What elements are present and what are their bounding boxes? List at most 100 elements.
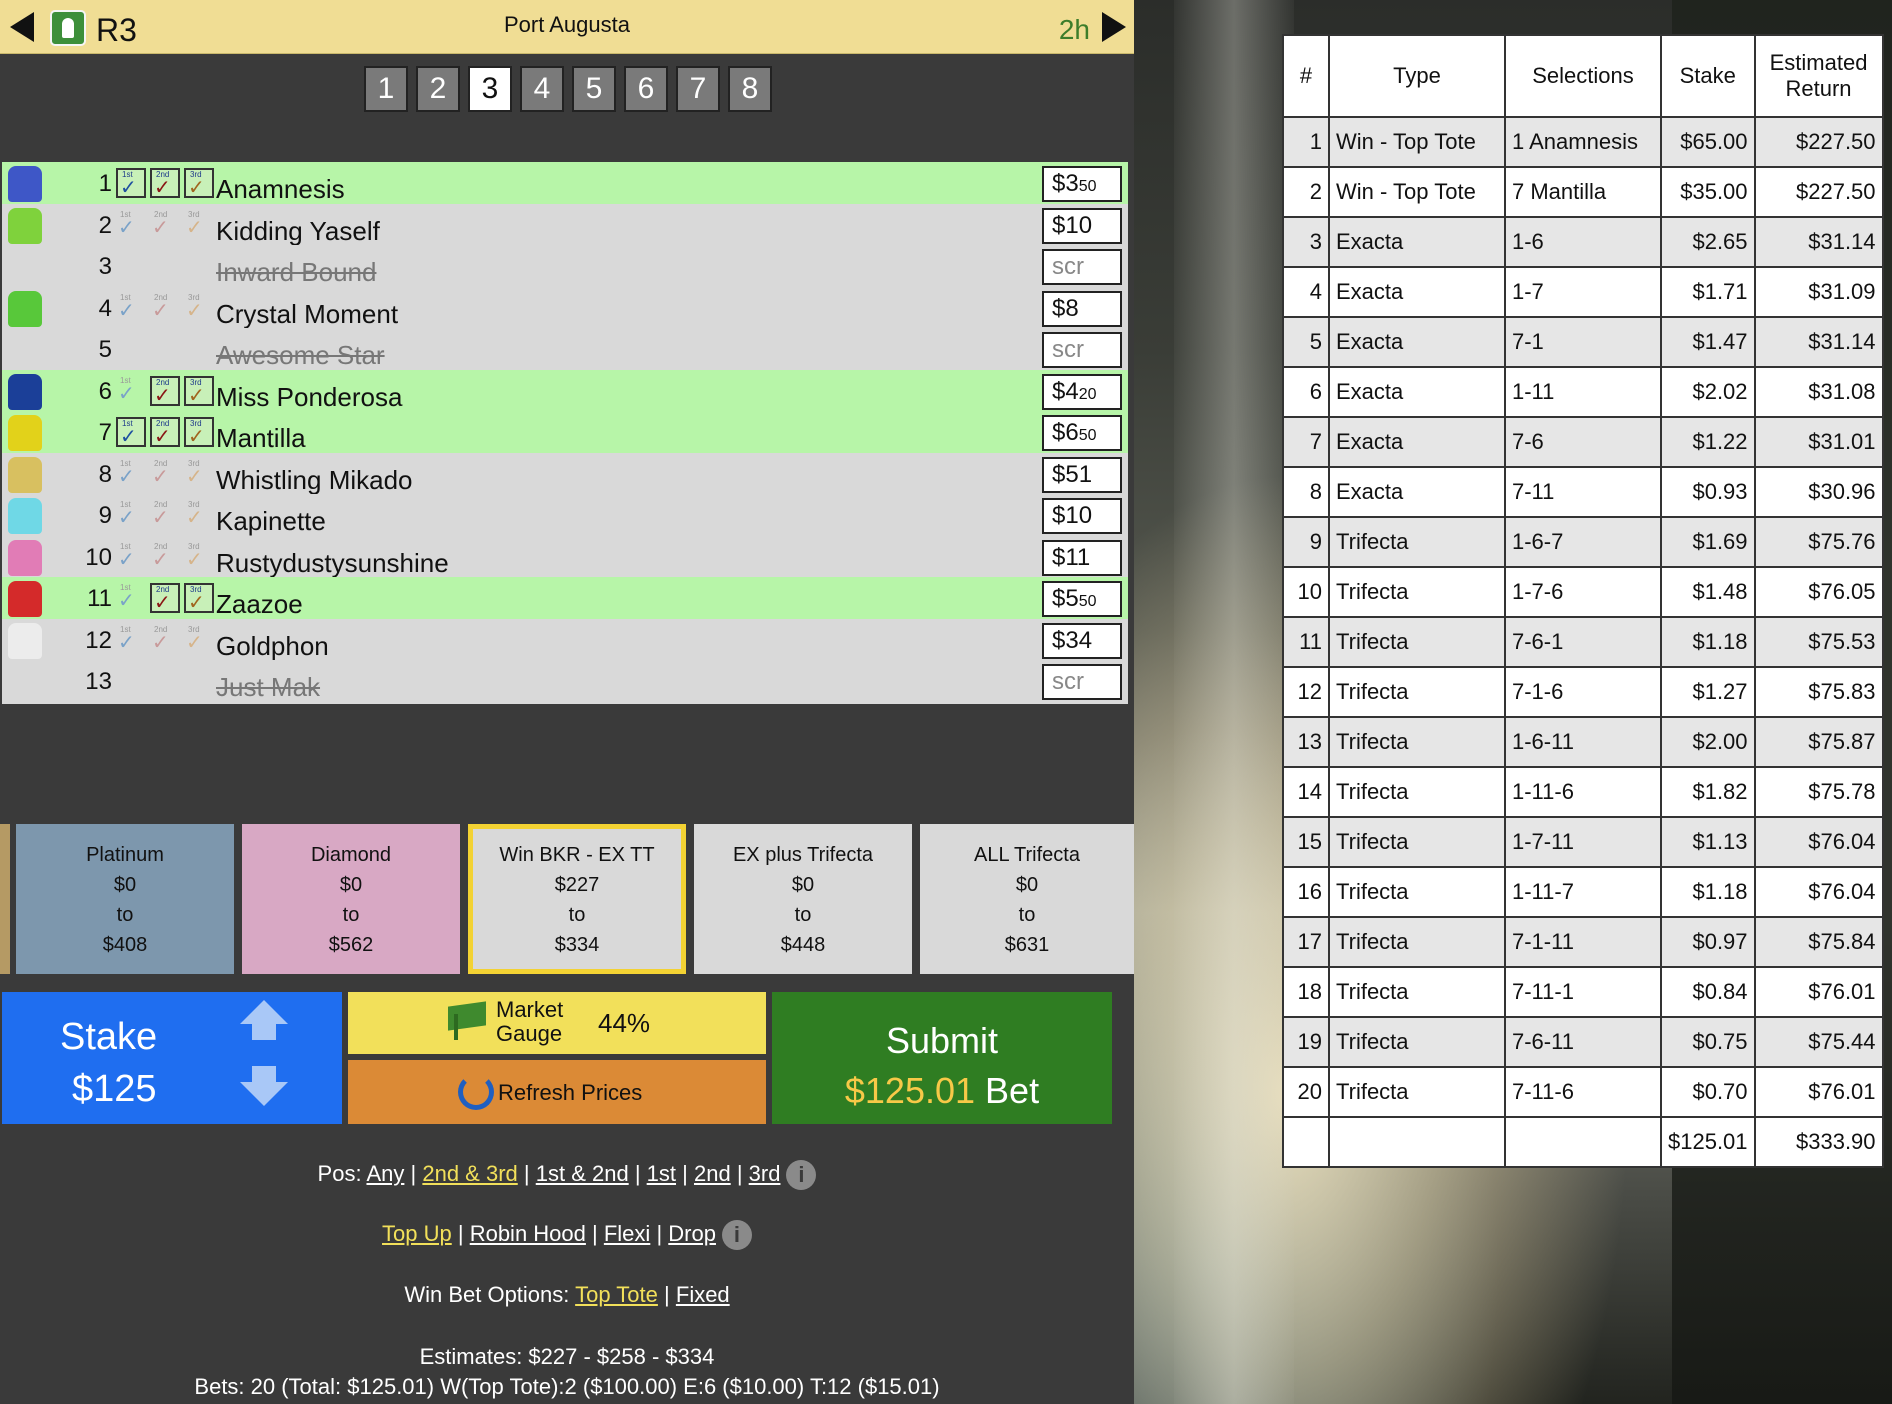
runner-price-button[interactable]: $420 — [1042, 373, 1122, 410]
place-checkbox-2nd[interactable]: 2nd ✓ — [150, 375, 180, 406]
option-link-top-tote[interactable]: Top Tote — [575, 1282, 658, 1307]
place-checkbox-2nd[interactable]: 2nd ✓ — [150, 625, 180, 655]
refresh-prices-button[interactable]: Refresh Prices — [348, 1060, 766, 1124]
race-tab-5[interactable]: 5 — [572, 66, 616, 112]
table-header-row: # Type Selections Stake Estimated Return — [1282, 34, 1884, 118]
place-checkbox-2nd[interactable]: 2nd ✓ — [150, 500, 180, 530]
runner-row[interactable]: 5 Awesome Star scr — [2, 328, 1128, 372]
place-checkbox-2nd[interactable]: 2nd ✓ — [150, 210, 180, 240]
option-link-3rd[interactable]: 3rd — [749, 1161, 781, 1186]
place-checkbox-1st[interactable]: 1st ✓ — [116, 583, 146, 613]
runner-row[interactable]: 6 1st ✓ 2nd ✓ 3rd ✓ Miss Ponderosa $420 — [2, 369, 1128, 414]
place-checkbox-3rd[interactable]: 3rd ✓ — [184, 542, 214, 572]
runner-row[interactable]: 12 1st ✓ 2nd ✓ 3rd ✓ Goldphon $34 — [2, 618, 1128, 663]
place-checkbox-3rd[interactable]: 3rd ✓ — [184, 168, 214, 198]
total-cell-type — [1328, 1116, 1506, 1168]
bet-card-diamond[interactable]: Diamond $0 to $562 — [242, 824, 460, 974]
bet-card-ex-plus-trifecta[interactable]: EX plus Trifecta $0 to $448 — [694, 824, 912, 974]
price-main: $6 — [1052, 419, 1079, 446]
option-link-flexi[interactable]: Flexi — [604, 1221, 650, 1246]
option-link-robin-hood[interactable]: Robin Hood — [470, 1221, 586, 1246]
place-checkbox-3rd[interactable]: 3rd ✓ — [184, 500, 214, 530]
info-icon[interactable]: i — [721, 1220, 752, 1250]
race-tab-2[interactable]: 2 — [416, 66, 460, 112]
place-checkbox-3rd[interactable]: 3rd ✓ — [184, 210, 214, 240]
place-checkbox-1st[interactable]: 1st ✓ — [116, 625, 146, 655]
option-link-top-up[interactable]: Top Up — [382, 1221, 452, 1246]
place-checkbox-1st[interactable]: 1st ✓ — [116, 210, 146, 240]
place-checkbox-3rd[interactable]: 3rd ✓ — [184, 417, 214, 447]
place-checkbox-1st[interactable]: 1st ✓ — [116, 168, 146, 198]
place-checkbox-2nd[interactable]: 2nd ✓ — [150, 583, 180, 613]
runner-price-button[interactable]: $10 — [1042, 207, 1122, 244]
runner-row[interactable]: 7 1st ✓ 2nd ✓ 3rd ✓ Mantilla $650 — [2, 411, 1128, 455]
runner-price-button[interactable]: scr — [1042, 249, 1122, 285]
option-link-1st[interactable]: 1st — [647, 1161, 676, 1186]
runner-price-button[interactable]: scr — [1042, 332, 1122, 368]
bet-card-all-trifecta[interactable]: ALL Trifecta $0 to $631 — [920, 824, 1134, 974]
place-checkbox-3rd[interactable]: 3rd ✓ — [184, 625, 214, 655]
runner-price-button[interactable]: $11 — [1042, 539, 1122, 576]
check-mark-icon: ✓ — [120, 426, 137, 448]
place-checkbox-1st[interactable]: 1st ✓ — [116, 376, 146, 406]
race-tab-8[interactable]: 8 — [728, 66, 772, 112]
place-checkbox-1st[interactable]: 1st ✓ — [116, 500, 146, 530]
runner-row[interactable]: 2 1st ✓ 2nd ✓ 3rd ✓ Kidding Yaself $10 — [2, 203, 1128, 248]
cell-type: Trifecta — [1328, 566, 1506, 618]
jockey-silk-icon — [8, 415, 42, 451]
price-main: $3 — [1052, 170, 1079, 197]
stake-increase-arrow-icon[interactable] — [240, 1000, 288, 1046]
runner-price-button[interactable]: $650 — [1042, 415, 1122, 451]
info-icon[interactable]: i — [786, 1160, 817, 1190]
runner-price-button[interactable]: $350 — [1042, 166, 1122, 202]
place-checkbox-1st[interactable]: 1st ✓ — [116, 542, 146, 572]
race-tab-3[interactable]: 3 — [468, 66, 512, 112]
runner-row[interactable]: 10 1st ✓ 2nd ✓ 3rd ✓ Rustydustysunshine $11 — [2, 535, 1128, 580]
place-checkbox-1st[interactable]: 1st ✓ — [116, 293, 146, 323]
runner-price-button[interactable]: $8 — [1042, 290, 1122, 327]
runner-price-button[interactable]: $51 — [1042, 456, 1122, 493]
place-checkbox-2nd[interactable]: 2nd ✓ — [150, 542, 180, 572]
option-link-fixed[interactable]: Fixed — [676, 1282, 730, 1307]
cell-estimated-return: $75.53 — [1753, 616, 1884, 668]
table-row: 17 Trifecta 7-1-11 $0.97 $75.84 — [1282, 916, 1884, 968]
place-checkbox-3rd[interactable]: 3rd ✓ — [184, 459, 214, 489]
option-link-any[interactable]: Any — [366, 1161, 404, 1186]
place-checkbox-1st[interactable]: 1st ✓ — [116, 459, 146, 489]
place-checkbox-2nd[interactable]: 2nd ✓ — [150, 417, 180, 447]
runner-row[interactable]: 9 1st ✓ 2nd ✓ 3rd ✓ Kapinette $10 — [2, 494, 1128, 538]
submit-bet-button[interactable]: Submit $125.01 Bet — [772, 992, 1112, 1124]
race-tab-7[interactable]: 7 — [676, 66, 720, 112]
runner-price-button[interactable]: $10 — [1042, 498, 1122, 534]
runner-row[interactable]: 3 Inward Bound scr — [2, 245, 1128, 289]
runner-row[interactable]: 4 1st ✓ 2nd ✓ 3rd ✓ Crystal Moment $8 — [2, 286, 1128, 331]
option-link-drop[interactable]: Drop — [668, 1221, 716, 1246]
cell-estimated-return: $76.05 — [1753, 566, 1884, 618]
race-tab-4[interactable]: 4 — [520, 66, 564, 112]
runner-name: Goldphon — [216, 630, 329, 661]
runner-row[interactable]: 11 1st ✓ 2nd ✓ 3rd ✓ Zaazoe $550 — [2, 577, 1128, 621]
race-tab-6[interactable]: 6 — [624, 66, 668, 112]
next-race-arrow-icon[interactable] — [1102, 12, 1126, 42]
bet-card-platinum[interactable]: Platinum $0 to $408 — [16, 824, 234, 974]
option-link-2nd-3rd[interactable]: 2nd & 3rd — [422, 1161, 517, 1186]
option-link-2nd[interactable]: 2nd — [694, 1161, 731, 1186]
gauge-label-line2: Gauge — [496, 1021, 563, 1046]
race-tab-1[interactable]: 1 — [364, 66, 408, 112]
runner-row[interactable]: 8 1st ✓ 2nd ✓ 3rd ✓ Whistling Mikado $51 — [2, 452, 1128, 497]
place-checkbox-3rd[interactable]: 3rd ✓ — [184, 583, 214, 613]
runner-row[interactable]: 1 1st ✓ 2nd ✓ 3rd ✓ Anamnesis $350 — [2, 162, 1128, 206]
stake-decrease-arrow-icon[interactable] — [240, 1066, 288, 1112]
bet-card-win-bkr-ex-tt[interactable]: Win BKR - EX TT $227 to $334 — [468, 824, 686, 974]
place-checkbox-2nd[interactable]: 2nd ✓ — [150, 168, 180, 198]
place-checkbox-1st[interactable]: 1st ✓ — [116, 417, 146, 447]
runner-row[interactable]: 13 Just Mak scr — [2, 660, 1128, 704]
place-checkbox-2nd[interactable]: 2nd ✓ — [150, 459, 180, 489]
runner-price-button[interactable]: $550 — [1042, 581, 1122, 617]
runner-price-button[interactable]: scr — [1042, 664, 1122, 700]
runner-price-button[interactable]: $34 — [1042, 622, 1122, 659]
place-checkbox-3rd[interactable]: 3rd ✓ — [184, 293, 214, 323]
place-checkbox-3rd[interactable]: 3rd ✓ — [184, 375, 214, 406]
place-checkbox-2nd[interactable]: 2nd ✓ — [150, 293, 180, 323]
option-link-1st-2nd[interactable]: 1st & 2nd — [536, 1161, 629, 1186]
